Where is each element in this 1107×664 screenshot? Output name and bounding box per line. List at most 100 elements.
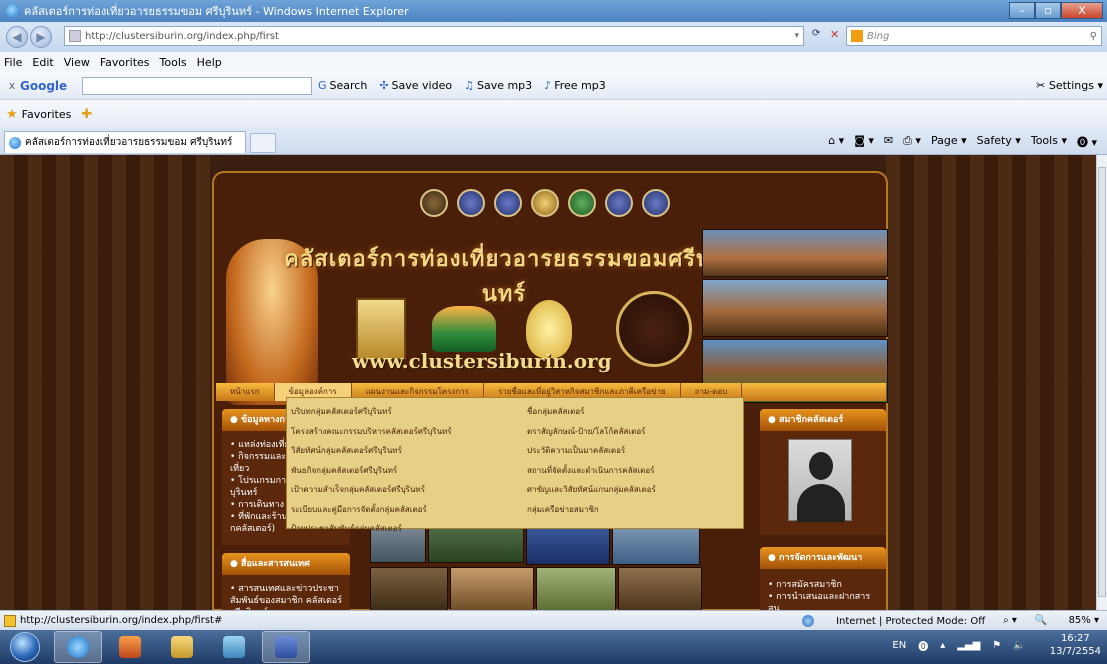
help-icon[interactable]: ⓿ ▾ <box>1077 134 1097 150</box>
menu-bar: File Edit View Favorites Tools Help <box>0 52 1107 72</box>
settings-button[interactable]: ✂ Settings ▾ <box>1036 79 1103 92</box>
print-icon[interactable]: ⎙ ▾ <box>903 134 921 150</box>
media-box-links[interactable]: • สารสนเทศและข่าวประชา สัมพันธ์ของสมาชิก… <box>222 575 350 610</box>
seal-icon <box>642 189 670 217</box>
clock[interactable]: 16:27 13/7/2554 <box>1038 632 1101 658</box>
search-box[interactable]: Bing ⚲ <box>846 26 1102 46</box>
tab-row: คลัสเตอร์การท่องเที่ยวอารยธรรมขอม ศรีบุร… <box>0 128 1107 155</box>
menu-view[interactable]: View <box>64 56 90 69</box>
dropdown-item[interactable]: โครงสร้างคณะกรรมบริหารคลัสเตอร์ศรีบุรินท… <box>287 422 517 442</box>
security-zone[interactable]: Internet | Protected Mode: Off <box>802 614 986 627</box>
seal-icon <box>457 189 485 217</box>
search-placeholder: Bing <box>867 30 890 42</box>
safety-menu[interactable]: Safety ▾ <box>977 134 1021 150</box>
taskbar-app[interactable] <box>210 631 258 663</box>
dropdown-item[interactable]: บริบทกลุ่มคลัสเตอร์ศรีบุรินทร์ <box>287 402 517 422</box>
taskbar-ie[interactable] <box>54 631 102 663</box>
left-wall-pattern <box>0 155 210 610</box>
mail-icon[interactable]: ✉ <box>884 134 893 150</box>
google-search-button[interactable]: G Search <box>318 79 367 92</box>
flag-icon[interactable]: ⚑ <box>992 640 1001 651</box>
menu-edit[interactable]: Edit <box>32 56 53 69</box>
google-logo: Google <box>20 78 68 93</box>
close-button[interactable]: X <box>1061 2 1103 19</box>
clock-time: 16:27 <box>1060 633 1090 644</box>
clock-date: 13/7/2554 <box>1049 646 1101 657</box>
speaker-icon[interactable]: 🔈 <box>1013 640 1025 651</box>
right-wall-pattern <box>886 155 1096 610</box>
wrench-icon: ✂ <box>1036 79 1046 92</box>
dropdown-item[interactable]: เป้าความสำเร็จกลุ่มคลัสเตอร์ศรีบุรินทร์ <box>287 480 517 500</box>
status-bar: http://clustersiburin.org/index.php/firs… <box>0 610 1107 630</box>
address-input[interactable]: http://clustersiburin.org/index.php/firs… <box>64 26 804 46</box>
tray-arrow-icon[interactable]: ▴ <box>940 640 945 651</box>
maximize-button[interactable]: ▫ <box>1035 2 1061 19</box>
avatar-body <box>797 484 845 522</box>
mp3-icon: ♫ <box>464 79 474 92</box>
add-favorite-icon[interactable]: ✚ <box>81 107 92 122</box>
save-video-button[interactable]: ✣ Save video <box>379 79 452 92</box>
language-indicator[interactable]: EN <box>892 640 906 651</box>
signal-icon[interactable]: ▂▄▆ <box>957 640 980 651</box>
toolbar-close-icon[interactable]: x <box>4 79 20 92</box>
seal-icon <box>568 189 596 217</box>
menu-favorites[interactable]: Favorites <box>100 56 150 69</box>
google-search-input[interactable] <box>82 76 312 95</box>
system-tray: EN ⓿ ▴ ▂▄▆ ⚑ 🔈 16:27 13/7/2554 <box>880 632 1101 658</box>
elephant-logo-icon <box>432 306 496 352</box>
dropdown-item[interactable]: ประวัติความเป็นมาคลัสเตอร์ <box>523 441 745 461</box>
zoom-level[interactable]: 🔍 85% ▾ <box>1035 615 1099 627</box>
menu-help[interactable]: Help <box>197 56 222 69</box>
forward-button[interactable]: ▶ <box>30 26 52 48</box>
dropdown-item[interactable]: ระเบียบและคู่มือการจัดตั้งกลุ่มคลัสเตอร์ <box>287 500 517 520</box>
bing-logo-icon <box>851 30 863 42</box>
save-mp3-button[interactable]: ♫ Save mp3 <box>464 79 532 92</box>
dropdown-column-left: บริบทกลุ่มคลัสเตอร์ศรีบุรินทร์ โครงสร้าง… <box>287 402 517 539</box>
stop-icon[interactable]: ✕ <box>830 28 839 41</box>
back-button[interactable]: ◀ <box>6 26 28 48</box>
save-video-icon: ✣ <box>379 79 389 92</box>
dropdown-item[interactable]: ศาขัญและวิสัยทัศน์แกนกลุ่มคลัสเตอร์ <box>523 480 745 500</box>
dropdown-item[interactable]: พันธกิจกลุ่มคลัสเตอร์ศรีบุรินทร์ <box>287 461 517 481</box>
page-menu[interactable]: Page ▾ <box>931 134 967 150</box>
help-icon[interactable]: ⓿ <box>918 638 928 653</box>
nav-home[interactable]: หน้าแรก <box>216 383 275 401</box>
favorites-button[interactable]: Favorites <box>22 108 72 121</box>
taskbar-word[interactable] <box>262 631 310 663</box>
vertical-scrollbar[interactable] <box>1096 155 1107 610</box>
avatar-head <box>809 452 833 480</box>
dropdown-item[interactable]: สถานที่จัดตั้งและดำเนินการคลัสเตอร์ <box>523 461 745 481</box>
wildlife-photo <box>536 567 616 610</box>
dropdown-item[interactable]: กลุ่มเครือข่ายสมาชิก <box>523 500 745 520</box>
ie-icon <box>9 136 21 149</box>
security-zone-text: Internet | Protected Mode: Off <box>836 615 986 627</box>
menu-file[interactable]: File <box>4 56 22 69</box>
dropdown-item[interactable]: ชื่อกลุ่มคลัสเตอร์ <box>523 402 745 422</box>
dropdown-item[interactable]: ป้ายประชาสัมพันธ์กลุ่มคลัสเตอร์ <box>287 519 517 539</box>
minimize-button[interactable]: – <box>1009 2 1035 19</box>
management-box-links[interactable]: • การสมัครสมาชิก • การนำเสนอและฝากสารสน … <box>760 569 886 610</box>
feeds-icon[interactable]: ◙ ▾ <box>854 134 874 150</box>
home-icon[interactable]: ⌂ ▾ <box>828 134 844 150</box>
dropdown-item[interactable]: วิสัยทัศน์กลุ่มคลัสเตอร์ศรีบุรินทร์ <box>287 441 517 461</box>
scrollbar-thumb[interactable] <box>1098 167 1106 597</box>
avatar[interactable] <box>788 439 852 522</box>
address-dropdown-icon[interactable]: ▾ <box>794 31 799 41</box>
taskbar-media[interactable] <box>106 631 154 663</box>
free-mp3-button[interactable]: ♪ Free mp3 <box>544 79 606 92</box>
search-icon[interactable]: ⚲ <box>1090 31 1097 42</box>
free-mp3-label: Free mp3 <box>554 79 606 92</box>
tab-active[interactable]: คลัสเตอร์การท่องเที่ยวอารยธรรมขอม ศรีบุร… <box>4 131 246 153</box>
temple-photo <box>702 229 888 277</box>
refresh-icon[interactable]: ⟳ <box>812 28 820 39</box>
start-button[interactable] <box>10 632 40 662</box>
taskbar-explorer[interactable] <box>158 631 206 663</box>
protected-mode-icon[interactable]: ⌕ ▾ <box>1003 615 1017 627</box>
menu-tools[interactable]: Tools <box>160 56 187 69</box>
save-mp3-label: Save mp3 <box>476 79 533 92</box>
seal-icon <box>494 189 522 217</box>
new-tab-button[interactable] <box>250 133 276 153</box>
address-toolbar: ◀ ▶ http://clustersiburin.org/index.php/… <box>0 22 1107 52</box>
tools-menu[interactable]: Tools ▾ <box>1031 134 1067 150</box>
dropdown-item[interactable]: ตราสัญลักษณ์-ป้าย/โลโก้คลัสเตอร์ <box>523 422 745 442</box>
